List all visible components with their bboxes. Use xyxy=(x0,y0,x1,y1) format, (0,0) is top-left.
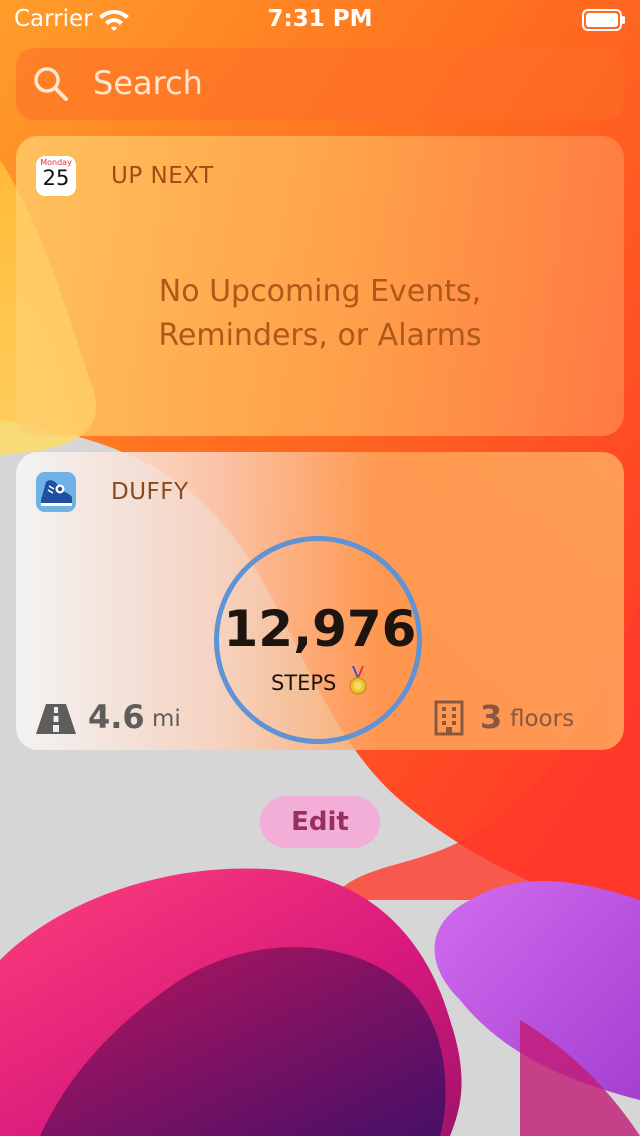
building-icon xyxy=(434,700,464,736)
no-events-line-2: Reminders, or Alarms xyxy=(158,318,482,353)
floors-value: 3 xyxy=(480,698,503,736)
search-placeholder: Search xyxy=(93,64,203,102)
sneaker-icon xyxy=(36,472,76,512)
distance-value: 4.6 xyxy=(88,698,145,736)
edit-button[interactable]: Edit xyxy=(260,796,380,848)
duffy-widget[interactable]: DUFFY 12,976 STEPS 4.6 mi 3 floors xyxy=(16,452,624,750)
status-bar: Carrier 7:31 PM xyxy=(0,0,640,40)
steps-label: STEPS xyxy=(270,671,337,695)
search-icon xyxy=(34,67,68,101)
no-events-line-1: No Upcoming Events, xyxy=(158,274,482,309)
calendar-icon-date: 25 xyxy=(42,166,70,190)
up-next-widget[interactable]: Monday 25 UP NEXT No Upcoming Events, Re… xyxy=(16,136,624,436)
search-bar[interactable]: Search xyxy=(16,48,624,120)
calendar-icon: Monday 25 xyxy=(36,156,76,196)
up-next-title: UP NEXT xyxy=(111,163,214,189)
road-icon xyxy=(36,704,76,734)
duffy-title: DUFFY xyxy=(111,479,189,505)
today-view-screen: Carrier 7:31 PM Search Monday 25 UP NEXT xyxy=(0,0,640,1136)
steps-count: 12,976 xyxy=(223,600,417,658)
steps-label-row: STEPS xyxy=(16,666,624,696)
no-events-message: No Upcoming Events, Reminders, or Alarms xyxy=(16,270,624,358)
floors-stat: 3 floors xyxy=(434,698,604,740)
floors-unit: floors xyxy=(510,706,575,732)
distance-unit: mi xyxy=(152,706,181,732)
medal-icon xyxy=(349,666,367,695)
battery-icon xyxy=(582,9,625,31)
status-time: 7:31 PM xyxy=(267,6,373,32)
